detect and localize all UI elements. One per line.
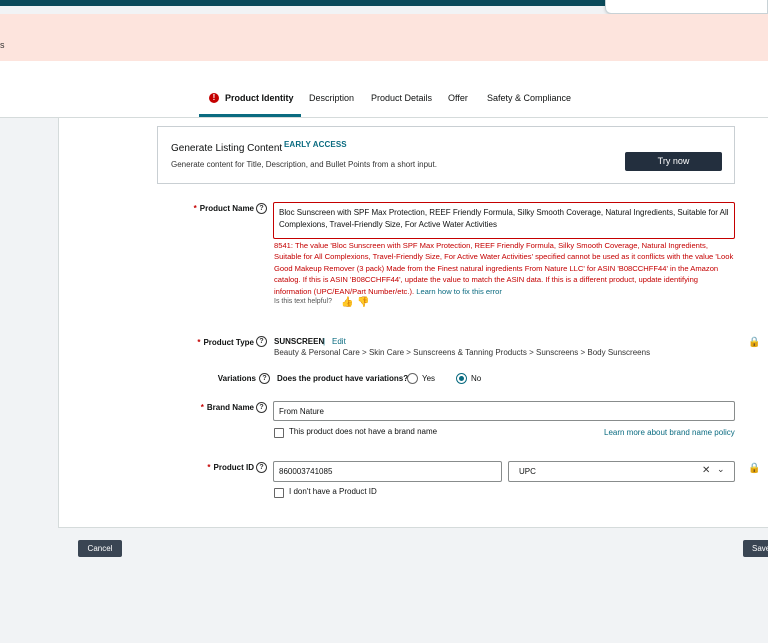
product-name-error: 8541: The value 'Bloc Sunscreen with SPF… [274,241,734,296]
no-brand-label: This product does not have a brand name [289,427,438,436]
product-type-label: * Product Type [197,338,254,347]
lock-icon: 🔒 [748,463,761,474]
tab-safety-compliance[interactable]: Safety & Compliance [487,93,571,103]
generate-listing-title: Generate Listing Content [171,143,283,154]
tab-product-details[interactable]: Product Details [371,93,432,103]
product-type-separator: | [323,337,326,346]
help-icon[interactable]: ? [256,203,267,214]
no-product-id-checkbox[interactable] [274,488,284,498]
brand-policy-link[interactable]: Learn more about brand name policy [604,428,735,437]
save-button[interactable]: Save [743,540,768,557]
lock-icon: 🔒 [748,337,761,348]
alert-banner-text: s [0,40,5,50]
alert-banner [0,14,768,61]
variations-no-radio[interactable] [456,373,467,384]
variations-yes-label: Yes [422,374,436,383]
error-icon: ! [209,93,219,103]
clear-icon[interactable]: ✕ [702,465,710,476]
thumbs-down-icon[interactable]: 👎 [357,297,369,308]
learn-fix-error-link[interactable]: Learn how to fix this error [416,287,502,296]
tab-description[interactable]: Description [309,93,354,103]
no-brand-checkbox[interactable] [274,428,284,438]
top-popup-panel [605,0,768,14]
variations-yes-radio[interactable] [407,373,418,384]
required-asterisk: * [193,204,197,213]
product-name-label: * Product Name [193,204,254,213]
try-now-button[interactable]: Try now [625,152,722,171]
tab-offer[interactable]: Offer [448,93,468,103]
tabs-strip [0,61,768,118]
product-name-input[interactable]: Bloc Sunscreen with SPF Max Protection, … [273,202,735,239]
variations-label: Variations [217,374,256,383]
variations-no-label: No [471,374,482,383]
brand-name-label: * Brand Name [200,403,254,412]
helpful-prompt: Is this text helpful? [274,298,332,305]
required-asterisk: * [197,338,201,347]
product-id-input[interactable] [273,461,502,482]
thumbs-up-icon[interactable]: 👍 [341,297,353,308]
required-asterisk: * [200,403,204,412]
required-asterisk: * [207,463,211,472]
product-id-label: * Product ID [207,463,254,472]
product-type-path: Beauty & Personal Care > Skin Care > Sun… [274,348,651,357]
product-id-type-select[interactable]: UPC [508,461,735,482]
generate-listing-subtitle: Generate content for Title, Description,… [171,160,437,169]
active-tab-indicator [199,114,301,117]
product-type-value: SUNSCREEN [274,337,325,346]
product-type-edit-link[interactable]: Edit [332,337,346,346]
tab-product-identity[interactable]: Product Identity [225,93,294,103]
cancel-button[interactable]: Cancel [78,540,122,557]
brand-name-input[interactable] [273,401,735,421]
help-icon[interactable]: ? [256,402,267,413]
early-access-badge: EARLY ACCESS [284,140,347,149]
no-product-id-label: I don't have a Product ID [289,487,377,496]
help-icon[interactable]: ? [259,373,270,384]
help-icon[interactable]: ? [256,462,267,473]
chevron-down-icon[interactable]: ⌄ [717,464,725,475]
help-icon[interactable]: ? [256,336,267,347]
variations-question: Does the product have variations? [277,374,409,383]
